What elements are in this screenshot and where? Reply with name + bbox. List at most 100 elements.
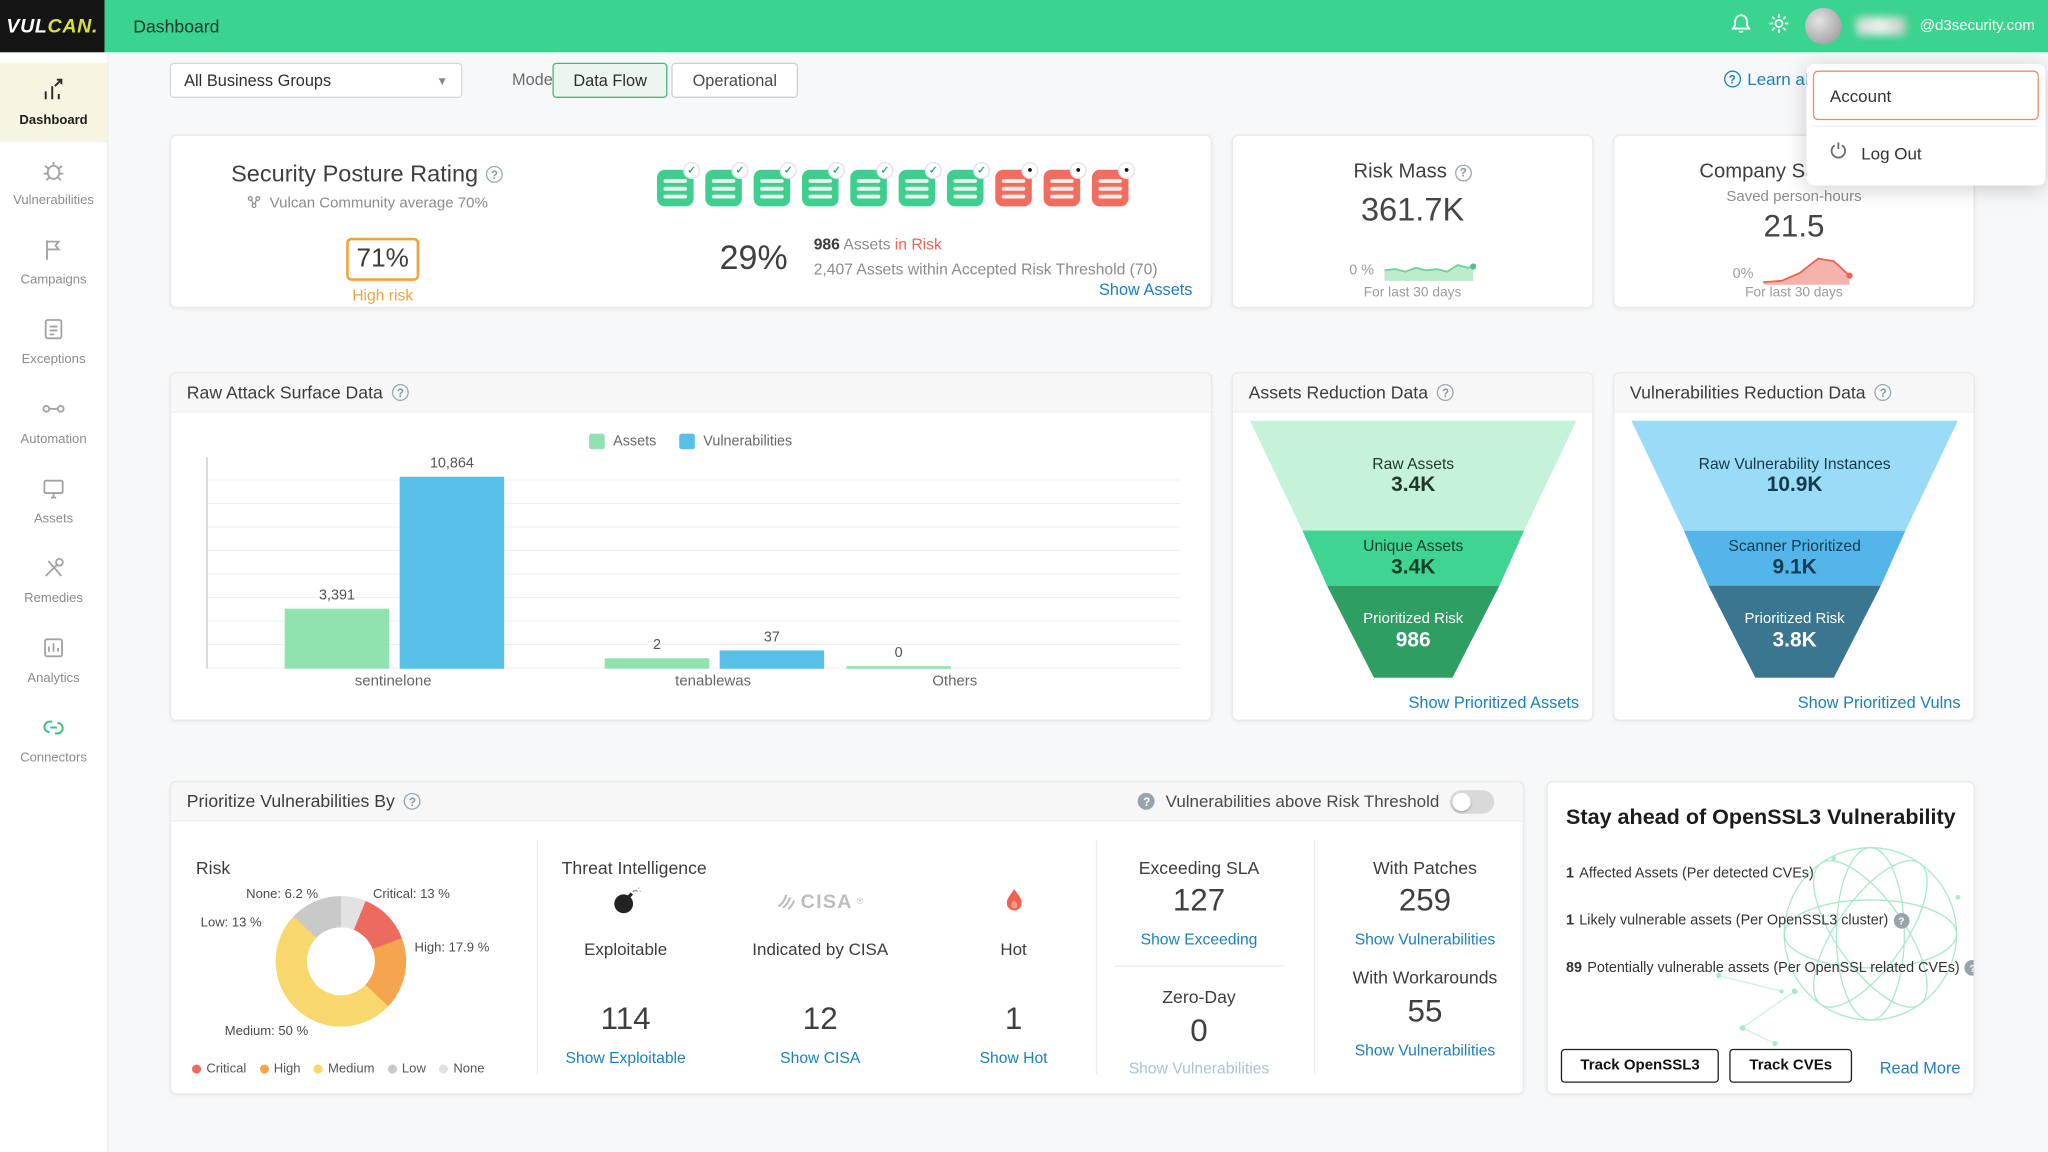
sidebar-item-connectors[interactable]: Connectors xyxy=(0,700,107,780)
sidebar-item-exceptions[interactable]: Exceptions xyxy=(0,302,107,382)
track-cves-button[interactable]: Track CVEs xyxy=(1730,1049,1852,1083)
notifications-bell-icon[interactable] xyxy=(1729,11,1753,41)
sidebar-item-vulnerabilities[interactable]: Vulnerabilities xyxy=(0,142,107,222)
with-patches-count: 259 xyxy=(1327,883,1523,920)
vulcan-dashboard: VULCAN. Dashboard @d3security.com Accoun… xyxy=(0,0,2048,1152)
sidebar-item-campaigns[interactable]: Campaigns xyxy=(0,222,107,302)
openssl-stat-line: 1Affected Assets (Per detected CVEs) xyxy=(1566,866,1814,882)
bar-assets: 2 xyxy=(605,658,709,668)
topbar-actions: @d3security.com xyxy=(1729,8,2048,45)
menu-account-label: Account xyxy=(1830,86,1891,106)
document-icon xyxy=(40,316,66,346)
help-icon[interactable]: ? xyxy=(392,384,409,401)
exceeding-sla-count: 127 xyxy=(1101,883,1297,920)
sidebar-item-remedies[interactable]: Remedies xyxy=(0,541,107,621)
power-icon xyxy=(1829,141,1849,165)
threat-hot: Hot 1 Show Hot xyxy=(929,882,1099,1078)
menu-item-logout[interactable]: Log Out xyxy=(1813,127,2039,179)
help-icon[interactable]: ? xyxy=(404,793,421,810)
raw-attack-bar-chart: 3,391 10,864 2 37 0 xyxy=(206,457,1180,669)
risk-mass-value: 361.7K xyxy=(1233,192,1592,230)
section-divider xyxy=(537,840,538,1075)
openssl-card: Stay ahead of OpenSSL3 Vulnerability 1Af… xyxy=(1546,781,1974,1094)
help-icon[interactable]: ? xyxy=(1965,960,1975,976)
link-icon xyxy=(40,714,66,744)
card-title: Security Posture Rating ? xyxy=(197,161,537,188)
asset-ok-icon: ✓ xyxy=(657,170,694,207)
mode-data-flow-button[interactable]: Data Flow xyxy=(552,63,667,98)
risk-mass-card: Risk Mass? 361.7K 0 % For last 30 days xyxy=(1232,135,1594,309)
threat-exploitable: Exploitable 114 Show Exploitable xyxy=(541,882,711,1078)
donut-callout-none: None: 6.2 % xyxy=(246,888,318,902)
monitor-icon xyxy=(40,475,66,505)
bug-icon xyxy=(40,157,66,187)
raw-attack-surface-card: Raw Attack Surface Data? Assets Vulnerab… xyxy=(170,372,1212,721)
section-divider xyxy=(1096,840,1097,1075)
risk-level-label: High risk xyxy=(307,286,459,304)
tools-icon xyxy=(40,555,66,585)
asset-ok-icon: ✓ xyxy=(754,170,791,207)
read-more-link[interactable]: Read More xyxy=(1880,1059,1961,1077)
risk-threshold-toggle[interactable] xyxy=(1450,790,1494,814)
menu-item-account[interactable]: Account xyxy=(1813,71,2039,121)
mode-label: Mode xyxy=(512,71,553,89)
sparkline-green xyxy=(1384,251,1475,289)
show-assets-link[interactable]: Show Assets xyxy=(1099,281,1192,299)
community-icon xyxy=(246,193,263,214)
settings-gear-icon[interactable] xyxy=(1767,11,1791,41)
card-header: Assets Reduction Data? xyxy=(1233,374,1592,413)
asset-risk-icon: ● xyxy=(995,170,1032,207)
openssl-actions: Track OpenSSL3 Track CVEs xyxy=(1561,1049,1852,1083)
bar-group-others: 0 xyxy=(841,666,1071,669)
sidebar-item-dashboard[interactable]: Dashboard xyxy=(0,63,107,143)
mode-operational-button[interactable]: Operational xyxy=(672,63,798,98)
logo-text-accent: CAN. xyxy=(48,15,99,37)
sidebar-item-analytics[interactable]: Analytics xyxy=(0,620,107,700)
security-score: 71% xyxy=(346,238,419,281)
card-title: Risk Mass? xyxy=(1233,161,1592,185)
help-icon[interactable]: ? xyxy=(1138,793,1155,810)
divider xyxy=(1114,965,1284,966)
show-prioritized-vulns-link[interactable]: Show Prioritized Vulns xyxy=(1798,694,1961,712)
help-icon[interactable]: ? xyxy=(1437,384,1454,401)
analytics-chart-icon xyxy=(40,635,66,665)
show-patches-link[interactable]: Show Vulnerabilities xyxy=(1327,930,1523,948)
asset-ok-icon: ✓ xyxy=(850,170,887,207)
automation-nodes-icon xyxy=(40,396,66,426)
show-cisa-link[interactable]: Show CISA xyxy=(735,1049,905,1067)
funnel-segment-prioritized: Prioritized Risk3.8K xyxy=(1631,585,1958,678)
vulcan-logo[interactable]: VULCAN. xyxy=(0,0,104,52)
sidebar-item-automation[interactable]: Automation xyxy=(0,381,107,461)
help-icon[interactable]: ? xyxy=(486,166,503,183)
show-exploitable-link[interactable]: Show Exploitable xyxy=(541,1049,711,1067)
sidebar-item-assets[interactable]: Assets xyxy=(0,461,107,541)
show-prioritized-assets-link[interactable]: Show Prioritized Assets xyxy=(1409,694,1580,712)
with-workarounds-count: 55 xyxy=(1327,994,1523,1031)
help-icon[interactable]: ? xyxy=(1455,164,1472,181)
threat-intel-label: Threat Intelligence xyxy=(562,858,707,878)
risk-donut xyxy=(276,896,407,1027)
donut-callout-low: Low: 13 % xyxy=(201,916,262,930)
period-label: For last 30 days xyxy=(1233,285,1592,301)
funnel-segment-raw: Raw Assets3.4K xyxy=(1250,421,1577,531)
business-group-select[interactable]: All Business Groups ▼ xyxy=(170,63,463,98)
show-workarounds-link[interactable]: Show Vulnerabilities xyxy=(1327,1041,1523,1059)
help-icon[interactable]: ? xyxy=(1894,913,1910,929)
help-icon[interactable]: ? xyxy=(1875,384,1892,401)
assets-risk-stats: 986 Assets in Risk 2,407 Assets within A… xyxy=(814,232,1158,282)
asset-status-icons: ✓✓✓✓✓✓✓●●● xyxy=(657,170,1129,207)
openssl-stat-line: 89Potentially vulnerable assets (Per Ope… xyxy=(1566,960,1975,976)
card-header: Vulnerabilities Reduction Data? xyxy=(1614,374,1973,413)
openssl-stat-line: 1Likely vulnerable assets (Per OpenSSL3 … xyxy=(1566,913,1909,929)
sidebar: Dashboard Vulnerabilities Campaigns Exce… xyxy=(0,52,108,1152)
track-openssl3-button[interactable]: Track OpenSSL3 xyxy=(1561,1049,1720,1083)
vulns-funnel: Raw Vulnerability Instances10.9K Scanner… xyxy=(1631,421,1958,678)
risk-section-label: Risk xyxy=(196,858,230,878)
saved-hours-label: Saved person-hours xyxy=(1614,189,1973,205)
show-exceeding-link[interactable]: Show Exceeding xyxy=(1101,930,1297,948)
show-hot-link[interactable]: Show Hot xyxy=(929,1049,1099,1067)
user-avatar[interactable] xyxy=(1805,8,1842,45)
show-zeroday-link[interactable]: Show Vulnerabilities xyxy=(1101,1059,1297,1077)
dashboard-icon xyxy=(40,77,66,107)
funnel-segment-scanner: Scanner Prioritized9.1K xyxy=(1631,530,1958,585)
